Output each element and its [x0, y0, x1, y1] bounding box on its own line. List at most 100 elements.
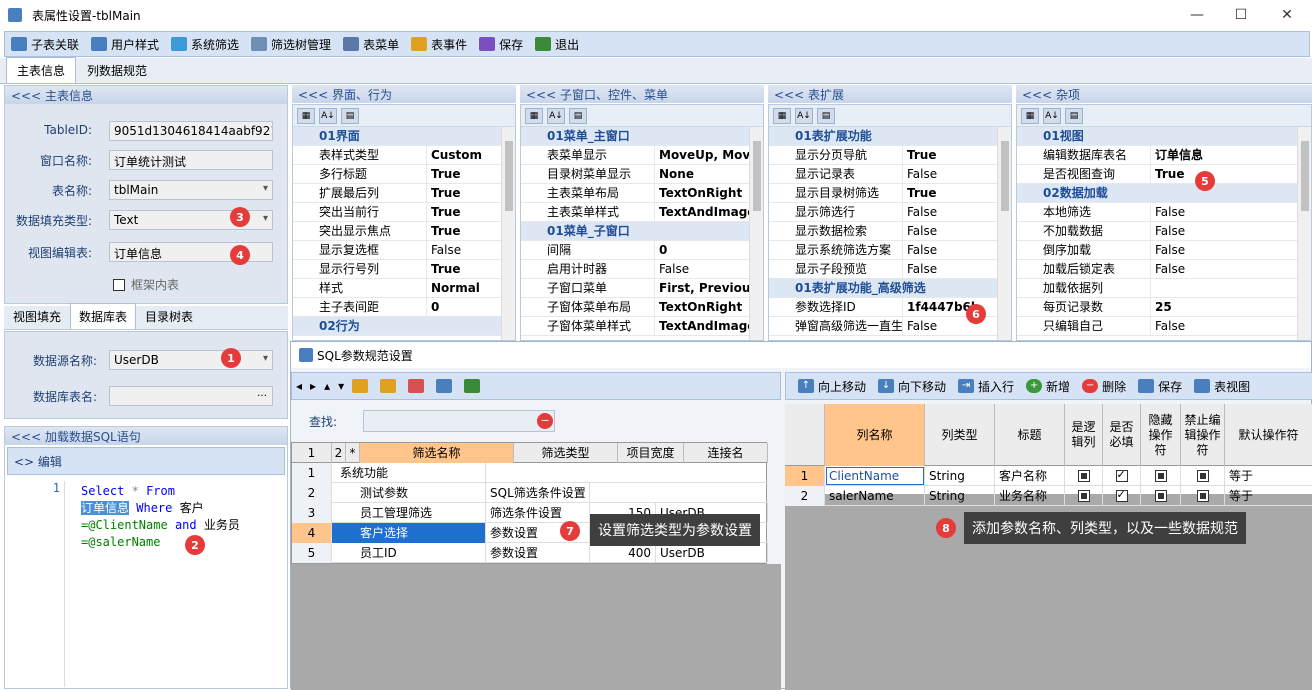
search-input[interactable] [363, 410, 555, 432]
property-row[interactable]: 主子表间距 0 [293, 298, 501, 317]
property-pages-icon[interactable]: ▤ [341, 107, 359, 124]
sql-editor[interactable]: Select * From 订单信息 Where 客户 =@ClientName… [81, 483, 285, 551]
tab-view-fill[interactable]: 视图填充 [4, 303, 70, 329]
property-row[interactable]: 扩展最后列 True [293, 184, 501, 203]
toolbar-item-5[interactable]: 表事件 [405, 33, 473, 55]
property-row[interactable]: 是否视图查询 True [1017, 165, 1297, 184]
column-header[interactable]: 1 [292, 443, 332, 463]
property-row[interactable]: 加载依据列 [1017, 279, 1297, 298]
folder-copy-icon[interactable] [380, 379, 397, 393]
table-cell[interactable]: 客户选择 [332, 523, 486, 543]
categorized-icon[interactable]: ▦ [1021, 107, 1039, 124]
property-value[interactable]: False [903, 165, 997, 183]
property-value[interactable]: False [1151, 260, 1297, 278]
table-cell[interactable]: 测试参数 [332, 483, 486, 503]
datasource-select[interactable]: UserDB [109, 350, 273, 370]
property-row[interactable]: 样式 Normal [293, 279, 501, 298]
up-icon[interactable]: ▴ [324, 379, 330, 393]
table-cell[interactable]: 1 [292, 463, 332, 483]
tableid-field[interactable]: 9051d1304618414aabf9217 [109, 121, 273, 141]
table-cell[interactable]: 员工管理筛选 [332, 503, 486, 523]
param-row[interactable]: 2 salerName String 业务名称 等于 [785, 486, 1312, 506]
property-value[interactable]: TextOnRight [655, 298, 749, 316]
main-info-header[interactable]: <<< 主表信息 [5, 86, 287, 104]
property-row[interactable]: 多行标题 True [293, 165, 501, 184]
param-row[interactable]: 1 ClientName String 客户名称 等于 [785, 466, 1312, 486]
param-cell[interactable]: 业务名称 [995, 486, 1065, 506]
property-category[interactable]: 01视图 [1017, 127, 1297, 146]
param-cell[interactable]: 客户名称 [995, 466, 1065, 486]
param-column-header[interactable]: 隐藏操作符 [1141, 404, 1181, 466]
table-cell[interactable]: 5 [292, 543, 332, 563]
column-header[interactable]: 连接名 [684, 443, 768, 463]
property-row[interactable]: 倒序加载 False [1017, 241, 1297, 260]
table-cell[interactable]: UserDB [656, 543, 768, 563]
checkbox-cell[interactable] [1141, 486, 1181, 506]
property-value[interactable]: None [655, 165, 749, 183]
property-value[interactable]: False [1151, 241, 1297, 259]
property-value[interactable]: TextOnRight [655, 184, 749, 202]
property-row[interactable]: 显示复选框 False [293, 241, 501, 260]
property-value[interactable]: False [903, 241, 997, 259]
property-pages-icon[interactable]: ▤ [817, 107, 835, 124]
panel-header-1[interactable]: <<< 子窗口、控件、菜单 [520, 85, 764, 103]
sort-az-icon[interactable]: A↓ [1043, 107, 1061, 124]
property-value[interactable]: True [903, 184, 997, 202]
column-header[interactable]: 2 [332, 443, 346, 463]
right-tool-3[interactable]: + 新增 [1020, 375, 1076, 397]
table-cell[interactable]: 3 [292, 503, 332, 523]
clear-search-icon[interactable]: − [537, 413, 553, 429]
property-row[interactable]: 间隔 0 [521, 241, 749, 260]
property-value[interactable]: 0 [427, 298, 501, 316]
checkbox-cell[interactable] [1141, 466, 1181, 486]
panel-header-3[interactable]: <<< 杂项 [1016, 85, 1312, 103]
right-tool-2[interactable]: ⇥ 插入行 [952, 375, 1020, 397]
property-row[interactable]: 子窗体菜单样式 TextAndImage [521, 317, 749, 336]
sort-az-icon[interactable]: A↓ [319, 107, 337, 124]
property-value[interactable] [1151, 279, 1297, 297]
property-row[interactable]: 每页记录数 25 [1017, 298, 1297, 317]
param-cell[interactable]: 1 [785, 466, 825, 486]
param-cell[interactable]: 2 [785, 486, 825, 506]
property-row[interactable]: 表菜单显示 MoveUp, Move [521, 146, 749, 165]
property-value[interactable]: True [427, 203, 501, 221]
property-scrollbar[interactable] [501, 127, 515, 340]
toolbar-item-4[interactable]: 表菜单 [337, 33, 405, 55]
property-value[interactable]: False [903, 222, 997, 240]
excel-icon[interactable] [464, 379, 481, 393]
property-row[interactable]: 显示子段预览 False [769, 260, 997, 279]
property-value[interactable]: True [427, 165, 501, 183]
param-cell[interactable]: String [925, 486, 995, 506]
save-icon[interactable] [436, 379, 453, 393]
column-header[interactable]: 筛选名称 [360, 443, 514, 463]
right-tool-4[interactable]: − 删除 [1076, 375, 1132, 397]
property-category[interactable]: 01菜单_子窗口 [521, 222, 749, 241]
tab-column-spec[interactable]: 列数据规范 [76, 57, 158, 83]
checkbox-cell[interactable] [1103, 466, 1141, 486]
property-row[interactable]: 显示系统筛选方案 False [769, 241, 997, 260]
property-row[interactable]: 显示筛选行 False [769, 203, 997, 222]
tab-main-info[interactable]: 主表信息 [6, 57, 77, 83]
property-row[interactable]: 显示分页导航 True [769, 146, 997, 165]
table-cell[interactable]: 400 [590, 543, 656, 563]
param-cell[interactable]: salerName [825, 486, 925, 506]
column-header[interactable]: * [346, 443, 360, 463]
property-row[interactable]: 子窗体菜单布局 TextOnRight [521, 298, 749, 317]
toolbar-item-7[interactable]: 退出 [529, 33, 585, 55]
property-value[interactable]: False [903, 203, 997, 221]
panel-header-0[interactable]: <<< 界面、行为 [292, 85, 516, 103]
categorized-icon[interactable]: ▦ [525, 107, 543, 124]
property-value[interactable]: True [427, 260, 501, 278]
param-column-header[interactable]: 是逻辑列 [1065, 404, 1103, 466]
property-category[interactable]: 01菜单_主窗口 [521, 127, 749, 146]
property-row[interactable]: 主表菜单样式 TextAndImage [521, 203, 749, 222]
frame-table-checkbox[interactable]: 框架内表 [113, 276, 179, 293]
param-cell[interactable]: 等于 [1225, 486, 1312, 506]
property-value[interactable]: Custom [427, 146, 501, 164]
property-row[interactable]: 本地筛选 False [1017, 203, 1297, 222]
table-row[interactable]: 5 员工ID 参数设置 400 UserDB [292, 543, 768, 563]
param-column-header[interactable]: 列名称 [825, 404, 925, 466]
table-row[interactable]: 2 测试参数 SQL筛选条件设置 [292, 483, 768, 503]
close-button[interactable]: ✕ [1264, 0, 1310, 30]
property-value[interactable]: False [1151, 222, 1297, 240]
